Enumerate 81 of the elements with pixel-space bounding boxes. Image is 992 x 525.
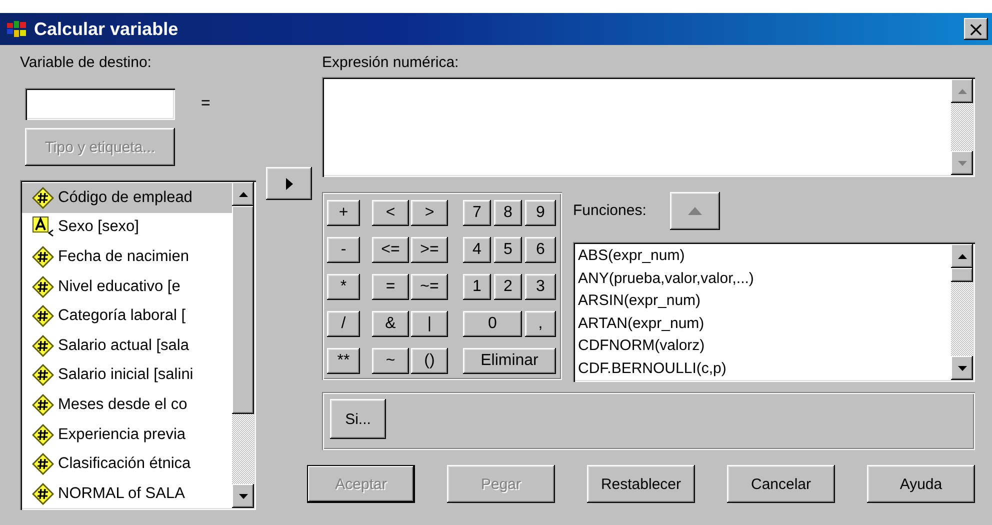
digit-key[interactable]: 5 bbox=[494, 237, 522, 263]
app-icon bbox=[6, 19, 28, 39]
operator-key[interactable]: <= bbox=[372, 237, 409, 263]
operator-key[interactable]: < bbox=[372, 200, 409, 226]
variable-item[interactable]: NORMAL of SALA bbox=[22, 478, 232, 508]
variable-item[interactable]: Meses desde el co bbox=[22, 390, 232, 420]
operator-key[interactable]: () bbox=[411, 348, 448, 374]
numeric-variable-icon bbox=[32, 394, 54, 416]
digit-key[interactable]: 7 bbox=[463, 200, 491, 226]
scroll-up-icon bbox=[238, 192, 248, 196]
operator-key[interactable]: ~ bbox=[372, 348, 409, 374]
digit-key[interactable]: 1 bbox=[463, 274, 491, 300]
scroll-down-icon bbox=[958, 160, 966, 166]
numeric-variable-icon bbox=[32, 334, 54, 357]
operator-key[interactable]: - bbox=[327, 237, 360, 263]
variable-item[interactable]: Salario inicial [salini bbox=[22, 360, 232, 390]
variable-item[interactable]: Clasificación étnica bbox=[22, 449, 232, 479]
close-button[interactable]: × bbox=[964, 18, 988, 40]
digit-key[interactable]: 3 bbox=[525, 274, 556, 300]
numeric-variable-icon bbox=[32, 453, 54, 476]
scrollbar[interactable] bbox=[232, 182, 254, 508]
functions-label: Funciones: bbox=[573, 201, 646, 221]
function-item[interactable]: CDFNORM(valorz) bbox=[578, 335, 948, 358]
target-variable-field[interactable] bbox=[25, 88, 175, 120]
variable-item[interactable]: Salario actual [sala bbox=[22, 330, 232, 361]
function-item[interactable]: ARSIN(expr_num) bbox=[578, 290, 948, 312]
function-item[interactable]: CDF.BERNOULLI(c,p) bbox=[578, 358, 948, 380]
function-item[interactable]: ANY(prueba,valor,valor,...) bbox=[578, 268, 948, 290]
numeric-variable-icon bbox=[32, 276, 54, 298]
numeric-variable-icon bbox=[32, 424, 54, 446]
variable-item[interactable]: Código de emplead bbox=[22, 183, 232, 213]
operator-key[interactable]: | bbox=[411, 311, 448, 337]
scroll-down-icon bbox=[238, 494, 248, 498]
expression-label: Expresión numérica: bbox=[322, 53, 460, 73]
right-triangle-icon bbox=[286, 178, 292, 190]
numeric-variable-icon bbox=[32, 305, 54, 328]
variable-item[interactable]: Fecha de nacimien bbox=[22, 242, 232, 272]
scroll-up-icon bbox=[958, 254, 966, 258]
equals-sign: = bbox=[201, 95, 210, 113]
operator-key[interactable]: = bbox=[372, 274, 409, 300]
target-variable-label: Variable de destino: bbox=[20, 53, 152, 73]
expression-field[interactable] bbox=[322, 77, 975, 177]
scroll-thumb[interactable] bbox=[951, 268, 973, 282]
numeric-variable-icon bbox=[32, 186, 54, 209]
operator-key[interactable]: > bbox=[411, 200, 448, 226]
numeric-variable-icon bbox=[32, 364, 54, 386]
digit-key[interactable]: 4 bbox=[463, 237, 491, 263]
operator-key[interactable]: + bbox=[327, 200, 360, 226]
digit-key[interactable]: 2 bbox=[494, 274, 522, 300]
variable-item[interactable]: Experiencia previa bbox=[22, 420, 232, 450]
delete-button[interactable]: Eliminar bbox=[463, 348, 556, 374]
digit-key[interactable]: 0 bbox=[463, 311, 522, 337]
dialog-button[interactable]: Ayuda bbox=[867, 465, 975, 503]
numeric-variable-icon bbox=[32, 482, 54, 505]
operator-key[interactable]: ** bbox=[327, 348, 360, 374]
operator-key[interactable]: ~= bbox=[411, 274, 448, 300]
operator-key[interactable]: * bbox=[327, 274, 360, 300]
variable-item[interactable]: Nivel educativo [e bbox=[22, 272, 232, 302]
function-item[interactable]: ABS(expr_num) bbox=[578, 245, 948, 268]
scroll-thumb[interactable] bbox=[232, 206, 254, 414]
variable-item[interactable]: Sexo [sexo] bbox=[22, 212, 232, 242]
operator-key[interactable]: >= bbox=[411, 237, 448, 263]
window-title: Calcular variable bbox=[34, 18, 180, 40]
scroll-down-icon bbox=[958, 366, 966, 370]
if-button[interactable]: Si... bbox=[330, 399, 386, 439]
scrollbar[interactable] bbox=[951, 244, 973, 380]
dialog-button[interactable]: Cancelar bbox=[727, 465, 835, 503]
numeric-variable-icon bbox=[32, 246, 54, 268]
variable-item[interactable]: Categoría laboral [ bbox=[22, 301, 232, 331]
dialog-button[interactable]: Restablecer bbox=[587, 465, 695, 503]
up-triangle-icon bbox=[688, 207, 702, 215]
string-variable-icon bbox=[32, 216, 54, 238]
digit-key[interactable]: 9 bbox=[525, 200, 556, 226]
digit-key[interactable]: 6 bbox=[525, 237, 556, 263]
move-right-button[interactable] bbox=[266, 167, 312, 200]
function-item[interactable]: ARTAN(expr_num) bbox=[578, 312, 948, 335]
scroll-up-icon bbox=[958, 88, 966, 94]
digit-key[interactable]: 8 bbox=[494, 200, 522, 226]
operator-key[interactable]: & bbox=[372, 311, 409, 337]
operator-key[interactable]: / bbox=[327, 311, 360, 337]
digit-key[interactable]: , bbox=[525, 311, 556, 337]
